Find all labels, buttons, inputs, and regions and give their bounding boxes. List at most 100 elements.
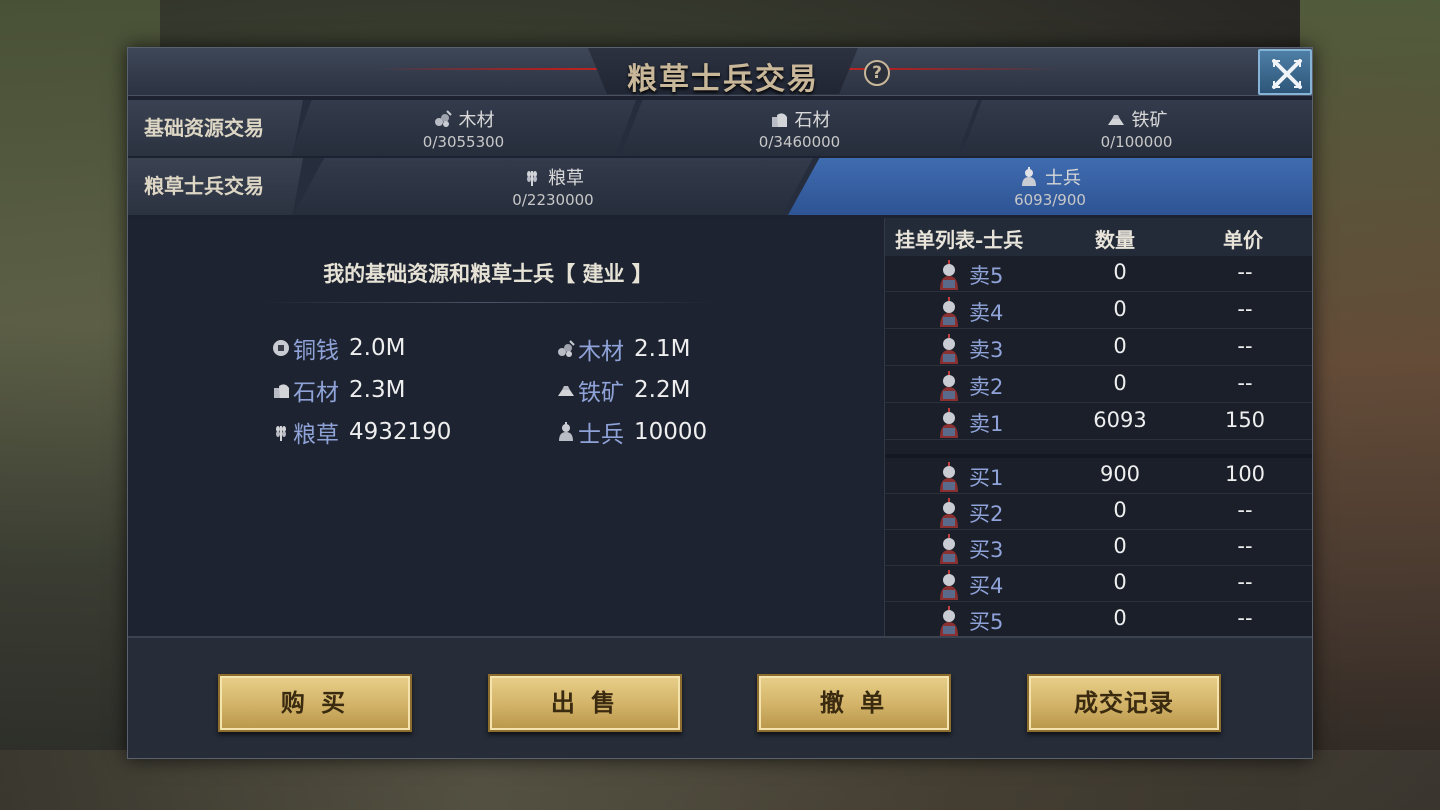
header-price: 单价 xyxy=(1223,228,1263,252)
tab-count: 6093/900 xyxy=(1014,191,1086,209)
tab-label: 粮草 xyxy=(548,168,584,189)
tab-grain[interactable]: 粮草 0/2230000 xyxy=(293,158,813,215)
resource-value: 2.2M xyxy=(634,377,691,403)
sell-order-row[interactable]: 卖5 0 -- xyxy=(885,256,1312,292)
order-qty: 0 xyxy=(1113,297,1127,321)
header-qty: 数量 xyxy=(1095,228,1135,252)
resource-value: 2.3M xyxy=(349,377,406,403)
soldier-avatar-icon xyxy=(940,534,958,564)
army-resources-row: 粮草士兵交易 粮草 0/2230000 士兵 6093/900 xyxy=(128,158,1312,215)
grain-icon xyxy=(276,426,286,441)
sell-order-row[interactable]: 卖3 0 -- xyxy=(885,330,1312,366)
trade-dialog: 粮草士兵交易 ? 基础资源交易 木材 0/3055300 石材 0/346000… xyxy=(127,47,1313,759)
sell-order-row[interactable]: 卖4 0 -- xyxy=(885,293,1312,329)
soldier-avatar-icon xyxy=(940,606,958,636)
stone-icon xyxy=(771,113,787,127)
order-type: 卖4 xyxy=(969,301,1004,325)
dialog-title: 粮草士兵交易 xyxy=(627,62,819,97)
wood-icon xyxy=(558,340,575,357)
resource-label: 士兵 xyxy=(578,422,624,448)
tab-iron[interactable]: 铁矿 0/100000 xyxy=(961,100,1312,156)
resource-label: 粮草 xyxy=(293,422,339,448)
order-type: 买4 xyxy=(969,574,1004,598)
order-qty: 0 xyxy=(1113,334,1127,358)
soldier-avatar-icon xyxy=(940,260,958,290)
buy-order-row[interactable]: 买3 0 -- xyxy=(885,530,1312,566)
resource-soldier: 士兵 10000 xyxy=(556,415,707,449)
order-type: 买2 xyxy=(969,502,1004,526)
action-bar: 购 买 出 售 撤 单 成交记录 xyxy=(128,636,1312,758)
resource-label: 铁矿 xyxy=(578,380,624,406)
order-price: 100 xyxy=(1224,462,1266,486)
resource-value: 10000 xyxy=(634,419,708,445)
header-list: 挂单列表-士兵 xyxy=(895,228,1024,252)
soldier-avatar-icon xyxy=(940,371,958,401)
resource-value: 4932190 xyxy=(349,419,452,445)
order-price: -- xyxy=(1237,534,1253,558)
basic-resources-label: 基础资源交易 xyxy=(128,100,303,156)
soldier-avatar-icon xyxy=(940,408,958,438)
order-qty: 0 xyxy=(1113,534,1127,558)
resource-value: 2.0M xyxy=(349,335,406,361)
close-icon xyxy=(1272,59,1302,89)
soldier-icon xyxy=(1022,167,1036,186)
order-price: -- xyxy=(1237,260,1253,284)
army-resources-label: 粮草士兵交易 xyxy=(128,158,303,215)
order-qty: 0 xyxy=(1113,606,1127,630)
background-scene-right xyxy=(1300,0,1440,810)
basic-resources-row: 基础资源交易 木材 0/3055300 石材 0/3460000 铁矿 0/10… xyxy=(128,100,1312,156)
resource-label: 铜钱 xyxy=(293,338,339,364)
resource-label: 木材 xyxy=(578,339,624,365)
order-qty: 0 xyxy=(1113,570,1127,594)
resource-stone: 石材 2.3M xyxy=(271,373,405,407)
order-type: 卖1 xyxy=(969,412,1004,436)
grain-icon xyxy=(527,171,537,186)
cancel-order-button[interactable]: 撤 单 xyxy=(757,674,951,732)
tab-label: 木材 xyxy=(458,110,495,131)
heading-divider xyxy=(258,302,718,303)
trade-history-button[interactable]: 成交记录 xyxy=(1027,674,1221,732)
resource-iron: 铁矿 2.2M xyxy=(556,373,690,407)
close-button[interactable] xyxy=(1258,49,1312,95)
buy-order-row[interactable]: 买4 0 -- xyxy=(885,566,1312,602)
soldier-icon xyxy=(559,422,573,441)
resource-wood: 木材 2.1M xyxy=(556,332,690,366)
order-book: 挂单列表-士兵 数量 单价 卖5 0 -- 卖4 0 -- 卖3 0 -- 卖2… xyxy=(884,218,1312,636)
my-resources-heading: 我的基础资源和粮草士兵【 建业 】 xyxy=(323,261,653,286)
buy-button[interactable]: 购 买 xyxy=(218,674,412,732)
buy-order-row[interactable]: 买5 0 -- xyxy=(885,602,1312,636)
sell-button[interactable]: 出 售 xyxy=(488,674,682,732)
order-qty: 6093 xyxy=(1093,408,1147,432)
tab-wood[interactable]: 木材 0/3055300 xyxy=(291,100,636,156)
order-type: 卖3 xyxy=(969,338,1004,362)
tab-count: 0/100000 xyxy=(1100,133,1173,151)
soldier-avatar-icon xyxy=(940,462,958,492)
order-price: -- xyxy=(1237,606,1253,630)
order-type: 卖5 xyxy=(969,264,1004,288)
order-type: 买5 xyxy=(969,610,1004,634)
resource-coin: 铜钱 2.0M xyxy=(271,331,405,365)
order-qty: 0 xyxy=(1113,498,1127,522)
tab-label: 石材 xyxy=(794,110,831,131)
my-resources-panel: 我的基础资源和粮草士兵【 建业 】 铜钱 2.0M 木材 2.1M 石材 2.3… xyxy=(128,218,883,636)
buy-order-row[interactable]: 买2 0 -- xyxy=(885,494,1312,530)
tab-stone[interactable]: 石材 0/3460000 xyxy=(621,100,978,156)
order-book-header: 挂单列表-士兵 数量 单价 xyxy=(885,218,1312,256)
coin-icon xyxy=(273,340,289,356)
order-price: -- xyxy=(1237,570,1253,594)
order-price: -- xyxy=(1237,334,1253,358)
help-icon[interactable]: ? xyxy=(864,60,890,86)
tab-label: 士兵 xyxy=(1045,168,1081,189)
sell-order-row[interactable]: 卖1 6093 150 xyxy=(885,404,1312,440)
sell-order-row[interactable]: 卖2 0 -- xyxy=(885,367,1312,403)
buy-order-row[interactable]: 买1 900 100 xyxy=(885,458,1312,494)
iron-icon xyxy=(1107,115,1124,125)
soldier-avatar-icon xyxy=(940,297,958,327)
resource-value: 2.1M xyxy=(634,336,691,362)
order-type: 买3 xyxy=(969,538,1004,562)
tab-soldier[interactable]: 士兵 6093/900 xyxy=(788,158,1312,215)
order-type: 买1 xyxy=(969,466,1004,490)
soldier-avatar-icon xyxy=(940,570,958,600)
order-price: -- xyxy=(1237,498,1253,522)
order-price: 150 xyxy=(1224,408,1266,432)
